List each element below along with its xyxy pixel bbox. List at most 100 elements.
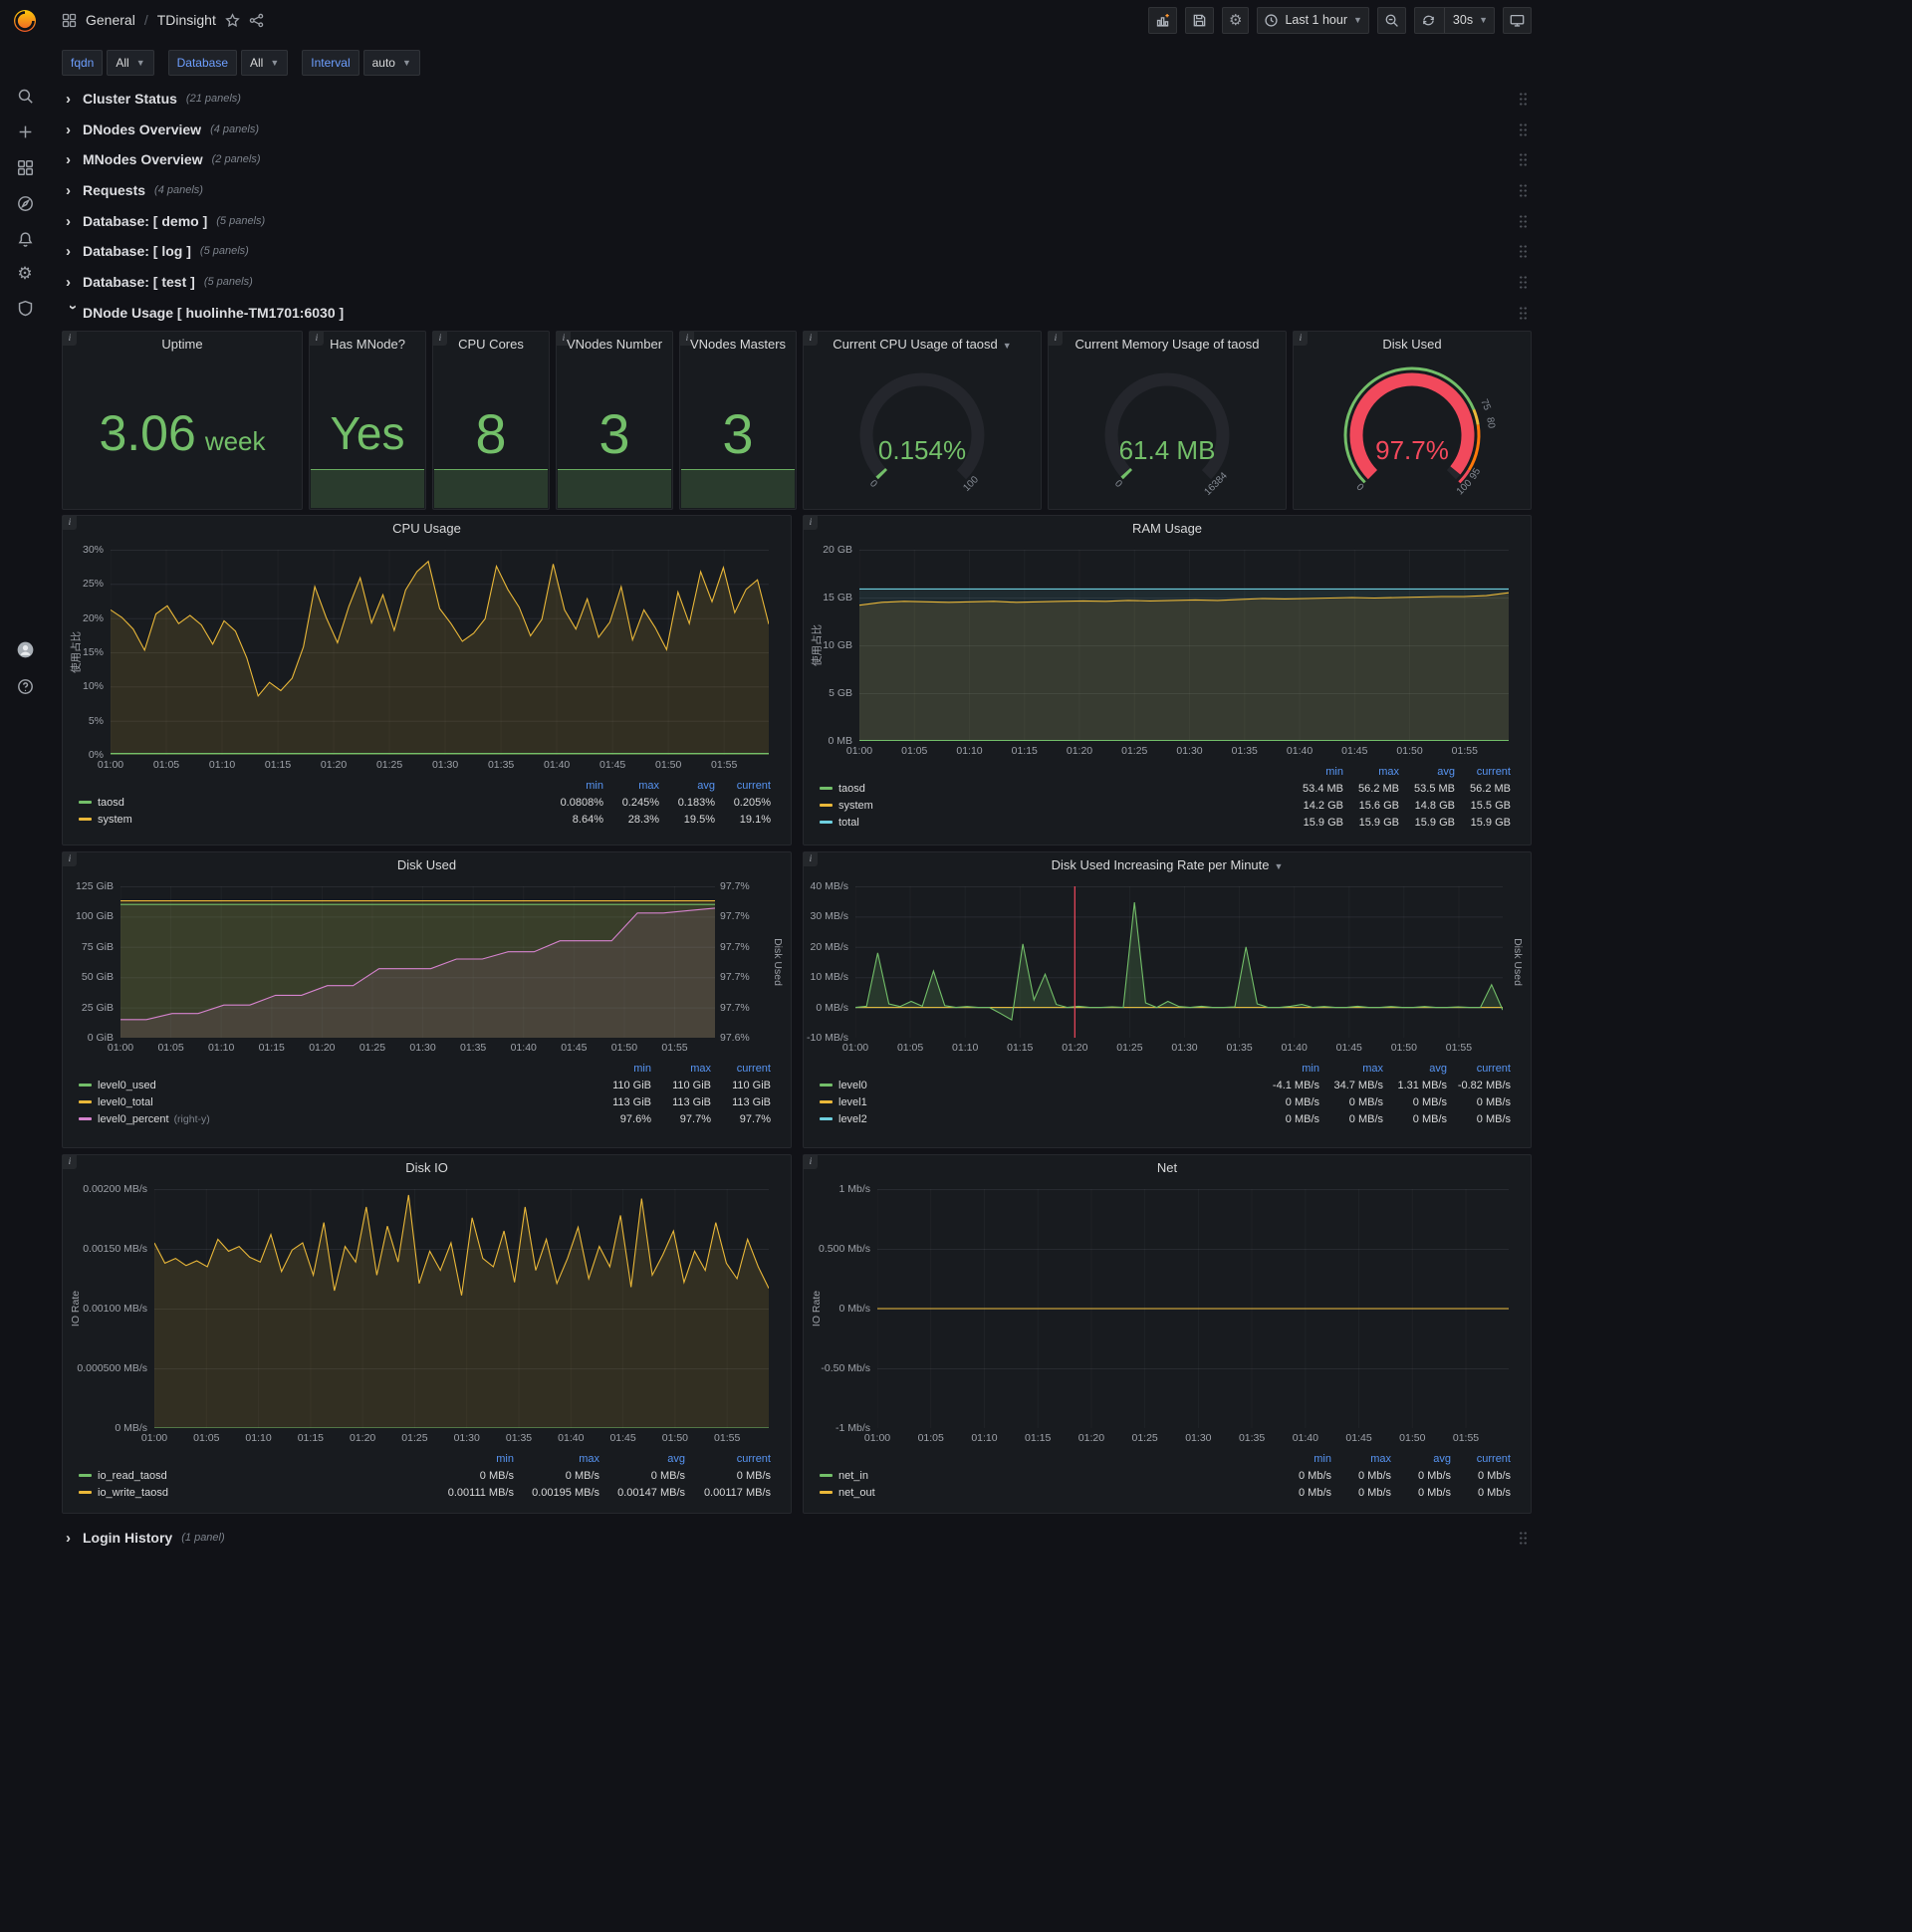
save-dashboard-button[interactable] [1185, 6, 1214, 34]
create-icon[interactable] [15, 121, 35, 141]
legend-col-header[interactable]: max [651, 1063, 711, 1075]
chart-plot-area[interactable] [120, 886, 715, 1038]
panel-info-icon[interactable]: i [804, 1155, 818, 1169]
legend-series-name[interactable]: level2 [838, 1113, 867, 1125]
panel-title[interactable]: Has MNode? [310, 332, 425, 358]
chart-plot-area[interactable] [859, 550, 1509, 741]
row-drag-handle[interactable] [1519, 91, 1528, 107]
row-dnode-usage[interactable]: › DNode Usage [ huolinhe-TM1701:6030 ] [62, 299, 1534, 327]
zoom-out-time-button[interactable] [1376, 6, 1406, 34]
panel-title[interactable]: CPU Usage [63, 516, 791, 542]
add-panel-button[interactable] [1148, 6, 1177, 34]
chart-plot-area[interactable] [855, 886, 1503, 1038]
panel-title[interactable]: CPU Cores [433, 332, 549, 358]
legend-series-name[interactable]: net_in [838, 1470, 868, 1482]
panel-info-icon[interactable]: i [557, 332, 571, 346]
server-admin-icon[interactable] [15, 298, 35, 318]
legend-col-header[interactable]: max [1343, 766, 1399, 778]
row-drag-handle[interactable] [1519, 121, 1528, 137]
legend-col-header[interactable]: max [603, 780, 659, 792]
variable-value-dropdown[interactable]: All ▼ [241, 50, 289, 76]
row-drag-handle[interactable] [1519, 1530, 1528, 1546]
panel-menu-caret[interactable]: ▼ [1275, 861, 1284, 871]
legend-col-header[interactable]: avg [659, 780, 715, 792]
panel-title[interactable]: Disk Used Increasing Rate per Minute ▼ [804, 852, 1531, 878]
legend-col-header[interactable]: max [1319, 1063, 1383, 1075]
breadcrumb-folder[interactable]: General [86, 12, 135, 28]
panel-info-icon[interactable]: i [1294, 332, 1308, 346]
legend-series-name[interactable]: system [98, 814, 132, 826]
panel-title[interactable]: Current Memory Usage of taosd [1049, 332, 1286, 358]
legend-col-header[interactable]: current [715, 780, 771, 792]
panel-title[interactable]: Disk Used [63, 852, 791, 878]
row-cluster-status[interactable]: › Cluster Status (21 panels) [62, 85, 1534, 113]
legend-series-name[interactable]: level0_total [98, 1096, 153, 1108]
variable-value-dropdown[interactable]: auto ▼ [362, 50, 420, 76]
row-drag-handle[interactable] [1519, 182, 1528, 198]
legend-series-name[interactable]: taosd [838, 783, 865, 795]
explore-icon[interactable] [15, 193, 35, 213]
time-range-picker[interactable]: Last 1 hour ▼ [1257, 6, 1369, 34]
search-icon[interactable] [15, 86, 35, 106]
row-database-test[interactable]: › Database: [ test ] (5 panels) [62, 268, 1534, 296]
panel-title[interactable]: Disk IO [63, 1155, 791, 1181]
legend-col-header[interactable]: current [1451, 1453, 1511, 1465]
row-database-demo[interactable]: › Database: [ demo ] (5 panels) [62, 207, 1534, 235]
legend-col-header[interactable]: avg [1383, 1063, 1447, 1075]
panel-info-icon[interactable]: i [804, 516, 818, 530]
panel-info-icon[interactable]: i [804, 332, 818, 346]
panel-info-icon[interactable]: i [310, 332, 324, 346]
share-icon[interactable] [249, 13, 264, 28]
row-dnodes-overview[interactable]: › DNodes Overview (4 panels) [62, 116, 1534, 143]
chart-plot-area[interactable] [154, 1189, 769, 1428]
legend-col-header[interactable]: current [685, 1453, 771, 1465]
panel-info-icon[interactable]: i [63, 1155, 77, 1169]
panel-info-icon[interactable]: i [433, 332, 447, 346]
legend-series-name[interactable]: net_out [838, 1487, 875, 1499]
legend-col-header[interactable]: avg [599, 1453, 685, 1465]
panel-title[interactable]: Net [804, 1155, 1531, 1181]
panel-title[interactable]: Current CPU Usage of taosd ▼ [804, 332, 1041, 358]
breadcrumb-dashboard-title[interactable]: TDinsight [157, 12, 216, 28]
legend-series-name[interactable]: level0_used [98, 1080, 156, 1091]
row-login-history[interactable]: › Login History (1 panel) [62, 1524, 1534, 1552]
row-requests[interactable]: › Requests (4 panels) [62, 176, 1534, 204]
panel-info-icon[interactable]: i [63, 332, 77, 346]
panel-title[interactable]: RAM Usage [804, 516, 1531, 542]
legend-col-header[interactable]: min [428, 1453, 514, 1465]
refresh-picker[interactable]: 30s ▼ [1413, 6, 1495, 34]
legend-col-header[interactable]: min [592, 1063, 651, 1075]
legend-series-name[interactable]: level0 [838, 1080, 867, 1091]
legend-col-header[interactable]: min [1288, 766, 1343, 778]
panel-info-icon[interactable]: i [1049, 332, 1063, 346]
dashboards-icon[interactable] [15, 157, 35, 177]
legend-col-header[interactable]: min [1256, 1063, 1319, 1075]
panel-title[interactable]: Disk Used [1294, 332, 1531, 358]
chart-plot-area[interactable] [877, 1189, 1509, 1428]
legend-col-header[interactable]: min [1272, 1453, 1331, 1465]
legend-series-name[interactable]: level0_percent [98, 1113, 169, 1125]
legend-series-name[interactable]: io_write_taosd [98, 1487, 168, 1499]
legend-col-header[interactable]: avg [1391, 1453, 1451, 1465]
row-database-log[interactable]: › Database: [ log ] (5 panels) [62, 237, 1534, 265]
configuration-icon[interactable]: ⚙ [15, 263, 35, 283]
legend-col-header[interactable]: current [711, 1063, 771, 1075]
row-mnodes-overview[interactable]: › MNodes Overview (2 panels) [62, 145, 1534, 173]
dashboard-settings-button[interactable]: ⚙ [1222, 6, 1250, 34]
legend-col-header[interactable]: current [1447, 1063, 1511, 1075]
row-drag-handle[interactable] [1519, 243, 1528, 259]
legend-col-header[interactable]: min [548, 780, 603, 792]
panel-title[interactable]: Uptime [63, 332, 302, 358]
avatar[interactable] [15, 639, 35, 659]
panel-title[interactable]: VNodes Number [557, 332, 672, 358]
chart-plot-area[interactable] [111, 550, 769, 755]
row-drag-handle[interactable] [1519, 274, 1528, 290]
row-drag-handle[interactable] [1519, 305, 1528, 321]
panel-info-icon[interactable]: i [63, 852, 77, 866]
panel-info-icon[interactable]: i [804, 852, 818, 866]
legend-series-name[interactable]: taosd [98, 797, 124, 809]
alerting-icon[interactable] [15, 229, 35, 249]
panel-info-icon[interactable]: i [63, 516, 77, 530]
legend-col-header[interactable]: max [1331, 1453, 1391, 1465]
panel-info-icon[interactable]: i [680, 332, 694, 346]
